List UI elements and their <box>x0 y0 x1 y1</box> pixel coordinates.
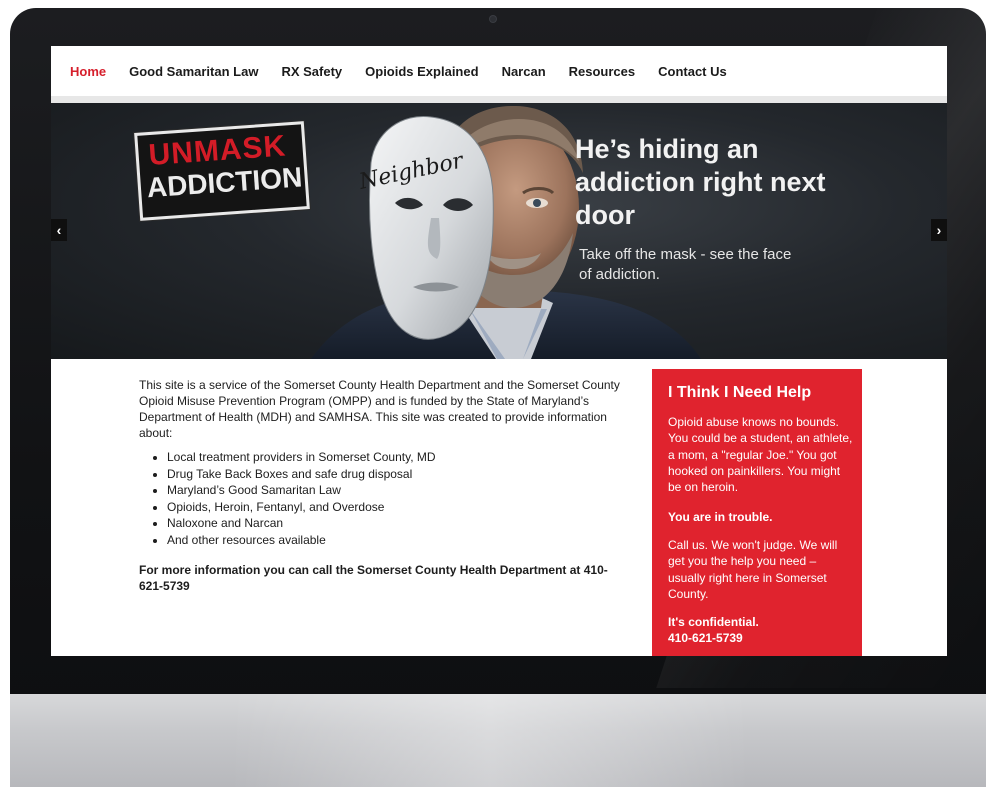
help-callout-box: I Think I Need Help Opioid abuse knows n… <box>652 369 862 656</box>
help-paragraph-3: Call us. We won't judge. We will get you… <box>668 538 838 601</box>
chin-reflection <box>230 694 750 787</box>
camera-icon <box>490 16 496 22</box>
help-phone-number[interactable]: 410-621-5739 <box>668 631 743 645</box>
nav-item-contact-us[interactable]: Contact Us <box>658 64 727 79</box>
unmask-addiction-logo: UNMASK ADDICTION <box>134 121 310 221</box>
help-paragraph-1: Opioid abuse knows no bounds. You could … <box>668 415 853 495</box>
hero-heading: He’s hiding an addiction right next door <box>575 134 826 230</box>
monitor-chin <box>10 694 986 787</box>
nav-item-opioids-explained[interactable]: Opioids Explained <box>365 64 478 79</box>
main-content: This site is a service of the Somerset C… <box>139 377 629 594</box>
slider-next-button[interactable]: › <box>931 219 947 241</box>
info-topics-list: Local treatment providers in Somerset Co… <box>139 449 629 548</box>
list-item: Opioids, Heroin, Fentanyl, and Overdose <box>167 499 629 516</box>
intro-paragraph: This site is a service of the Somerset C… <box>139 378 620 440</box>
slider-prev-button[interactable]: ‹ <box>51 219 67 241</box>
help-title: I Think I Need Help <box>668 384 812 401</box>
help-paragraph-2: You are in trouble. <box>668 510 773 524</box>
nav-list: Home Good Samaritan Law RX Safety Opioid… <box>70 64 750 79</box>
imac-monitor-frame: Home Good Samaritan Law RX Safety Opioid… <box>10 8 986 787</box>
nav-item-resources[interactable]: Resources <box>569 64 635 79</box>
list-item: Maryland’s Good Samaritan Law <box>167 482 629 499</box>
list-item: And other resources available <box>167 532 629 549</box>
nav-item-home[interactable]: Home <box>70 64 106 79</box>
list-item: Local treatment providers in Somerset Co… <box>167 449 629 466</box>
nav-item-good-samaritan-law[interactable]: Good Samaritan Law <box>129 64 258 79</box>
list-item: Naloxone and Narcan <box>167 515 629 532</box>
hero-subheading: Take off the mask - see the face of addi… <box>579 246 792 283</box>
more-info-text: For more information you can call the So… <box>139 563 608 593</box>
help-confidential-text: It's confidential. <box>668 615 759 629</box>
help-confidential-block: It's confidential. 410-621-5739 <box>668 614 759 646</box>
main-navigation: Home Good Samaritan Law RX Safety Opioid… <box>51 46 947 103</box>
nav-item-rx-safety[interactable]: RX Safety <box>281 64 342 79</box>
nav-item-narcan[interactable]: Narcan <box>502 64 546 79</box>
hero-slider: ‹ › UNMASK ADDICTION Neighbor He’s hidin… <box>51 103 947 359</box>
list-item: Drug Take Back Boxes and safe drug dispo… <box>167 466 629 483</box>
website-screen: Home Good Samaritan Law RX Safety Opioid… <box>51 46 947 656</box>
